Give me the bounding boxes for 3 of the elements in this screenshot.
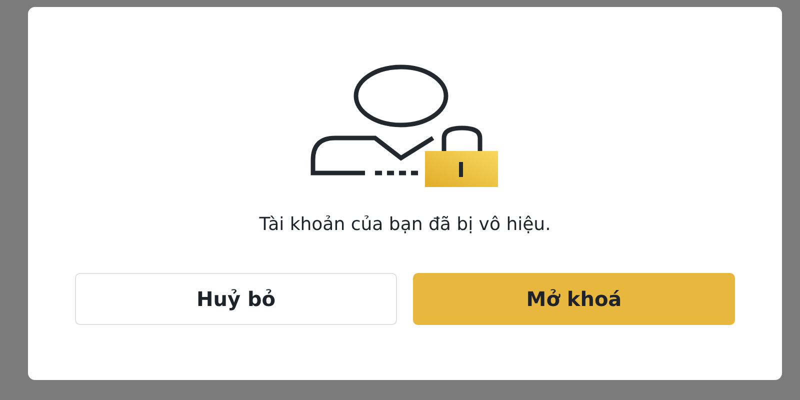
- message-text: Tài khoản của bạn đã bị vô hiệu.: [259, 214, 551, 235]
- unlock-button[interactable]: Mở khoá: [413, 273, 735, 325]
- cancel-button[interactable]: Huỷ bỏ: [75, 273, 397, 325]
